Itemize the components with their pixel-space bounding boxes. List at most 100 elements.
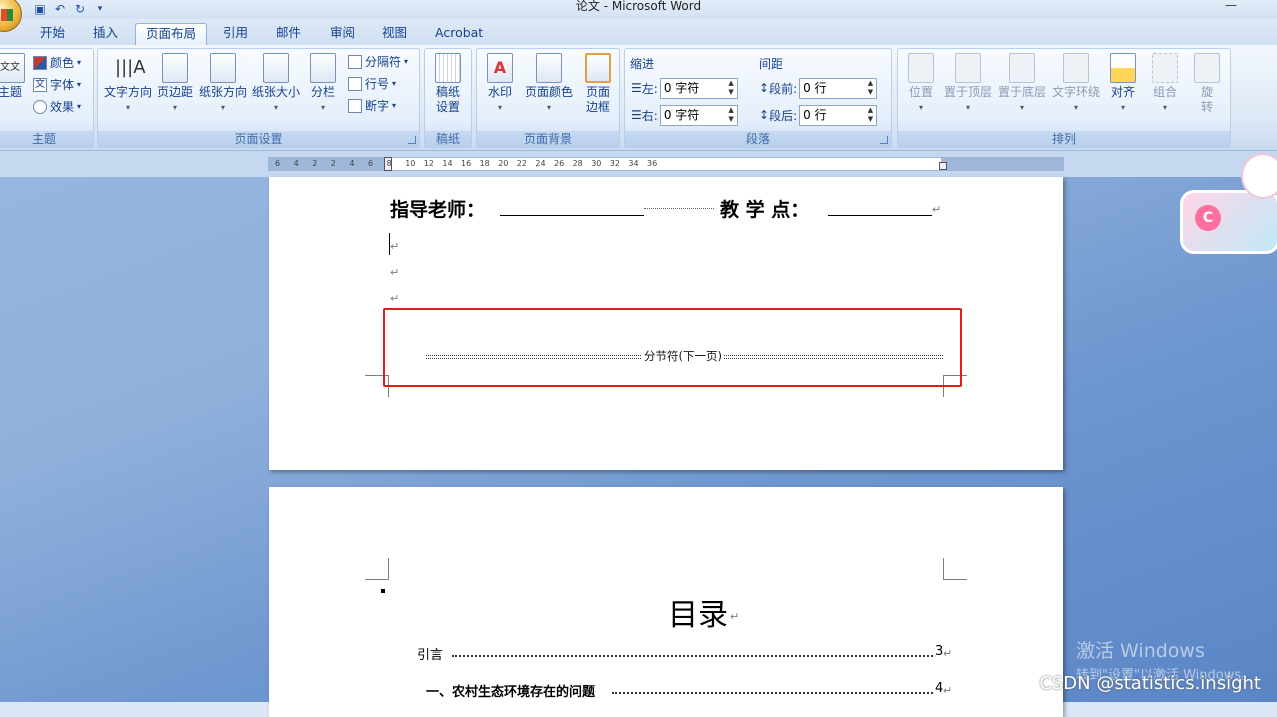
send-to-back-button[interactable]: 置于底层 ▾ — [997, 53, 1047, 115]
margins-button[interactable]: 页边距 ▾ — [156, 53, 194, 115]
themes-button[interactable]: 文文 主题 — [0, 53, 25, 100]
tab-references[interactable]: 引用 — [213, 23, 258, 45]
text-direction-icon: |||A — [115, 57, 146, 78]
indent-left-spinner: ☰ 左: 0 字符 ▲ ▼ — [631, 77, 738, 99]
page-background-group: A 水印 ▾ 页面颜色 ▾ 页面 边框 页面背景 — [476, 48, 620, 148]
advisor-label: 指导老师： — [390, 199, 486, 221]
minimize-icon[interactable]: — — [1225, 0, 1237, 12]
indent-left-input[interactable]: 0 字符 ▲ ▼ — [659, 77, 738, 99]
effects-icon — [33, 100, 47, 114]
ruler-number: 4 — [293, 159, 299, 168]
paragraph-group: 缩进 间距 ☰ 左: 0 字符 ▲ ▼ ☰ 右: 0 字符 ▲ ▼ ↕ 段前: 0 行 ▲… — [624, 48, 892, 148]
page-background-group-label: 页面背景 — [477, 131, 619, 147]
horizontal-ruler[interactable]: 6 4 2 2 4 6 8 10 12 14 16 18 20 22 24 26 28 30 32 34 36 — [268, 157, 1064, 171]
teaching-point-label: 教 学 点： — [720, 199, 810, 221]
group-icon — [1152, 53, 1178, 83]
manuscript-group: 稿纸 设置 稿纸 — [424, 48, 472, 148]
paper-size-icon — [263, 53, 289, 83]
rotate-button[interactable]: 旋 转 — [1190, 53, 1224, 115]
ruler-number: 2 — [312, 159, 318, 168]
toc-entry[interactable]: 引言 — [417, 644, 443, 663]
page-2[interactable] — [269, 487, 1063, 717]
tab-page-layout[interactable]: 页面布局 — [135, 23, 208, 45]
breaks-icon — [348, 55, 362, 69]
theme-colors-button[interactable]: 颜色 ▾ — [33, 54, 81, 72]
tab-view[interactable]: 视图 — [372, 23, 417, 45]
watermark-button[interactable]: A 水印 ▾ — [483, 53, 517, 115]
window-title: 论文 - Microsoft Word — [575, 0, 702, 13]
csdn-watermark: CSDN @statistics.insight — [1039, 673, 1261, 694]
bring-to-front-icon — [955, 53, 981, 83]
activation-watermark: 激活 Windows — [1076, 640, 1205, 662]
watermark-icon: A — [487, 53, 513, 83]
spacing-before-input[interactable]: 0 行 ▲ ▼ — [799, 77, 878, 99]
align-icon — [1110, 53, 1136, 83]
tab-home[interactable]: 开始 — [30, 23, 75, 45]
spacing-before-icon: ↕ — [759, 81, 770, 95]
right-indent-marker-icon[interactable] — [939, 162, 947, 170]
align-button[interactable]: 对齐 ▾ — [1106, 53, 1140, 115]
position-button[interactable]: 位置 ▾ — [904, 53, 938, 115]
crop-mark — [365, 558, 389, 580]
ruler-number: 6 — [275, 159, 281, 168]
line-numbers-button[interactable]: 行号 ▾ — [348, 75, 396, 93]
colors-icon — [33, 56, 47, 70]
advisor-underline — [500, 215, 644, 216]
manuscript-settings-button[interactable]: 稿纸 设置 — [429, 53, 467, 115]
ruler-number: 32 — [609, 159, 620, 168]
ruler-number: 20 — [498, 159, 509, 168]
tab-mailings[interactable]: 邮件 — [266, 23, 311, 45]
office-logo-icon — [1, 9, 13, 21]
tab-acrobat[interactable]: Acrobat — [425, 23, 493, 45]
bunny-icon — [1241, 153, 1277, 199]
size-button[interactable]: 纸张大小 ▾ — [251, 53, 301, 115]
hyphenation-button[interactable]: 断字 ▾ — [348, 97, 396, 115]
crop-mark — [943, 558, 967, 580]
page-borders-button[interactable]: 页面 边框 — [581, 53, 615, 115]
line-numbers-icon — [348, 77, 362, 91]
paragraph-group-label: 段落 — [625, 131, 891, 147]
manuscript-icon — [435, 53, 461, 83]
indent-right-input[interactable]: 0 字符 ▲ ▼ — [659, 104, 738, 126]
page-setup-group: |||A 文字方向 ▾ 页边距 ▾ 纸张方向 ▾ 纸张大小 ▾ 分栏 ▾ 分隔符 ▾ 行号 ▾ — [97, 48, 420, 148]
ruler-number: 6 — [368, 159, 374, 168]
margins-icon — [162, 53, 188, 83]
text-wrap-button[interactable]: 文字环绕 ▾ — [1050, 53, 1102, 115]
page-color-button[interactable]: 页面颜色 ▾ — [521, 53, 577, 115]
highlight-box — [383, 308, 962, 387]
tab-insert[interactable]: 插入 — [83, 23, 128, 45]
toc-entry[interactable]: 一、农村生态环境存在的问题 — [426, 681, 595, 700]
indent-right-spinner: ☰ 右: 0 字符 ▲ ▼ — [631, 104, 738, 126]
theme-fonts-button[interactable]: 文 字体 ▾ — [33, 76, 81, 94]
theme-group-label: 主题 — [0, 131, 93, 147]
columns-button[interactable]: 分栏 ▾ — [306, 53, 340, 115]
text-wrap-icon — [1063, 53, 1089, 83]
ruler-number: 26 — [554, 159, 565, 168]
page-setup-group-label: 页面设置 — [98, 131, 419, 147]
indent-right-icon: ☰ — [631, 108, 642, 122]
tab-review[interactable]: 审阅 — [320, 23, 365, 45]
ruler-number: 36 — [647, 159, 658, 168]
page-color-icon — [536, 53, 562, 83]
text-direction-button[interactable]: |||A 文字方向 ▾ — [102, 53, 154, 115]
ruler-number: 16 — [461, 159, 472, 168]
ruler-number: 28 — [572, 159, 583, 168]
ruler-number: 8 — [386, 159, 392, 168]
spacing-after-input[interactable]: 0 行 ▲ ▼ — [799, 104, 878, 126]
theme-effects-button[interactable]: 效果 ▾ — [33, 98, 81, 116]
columns-icon — [310, 53, 336, 83]
group-button[interactable]: 组合 ▾ — [1148, 53, 1182, 115]
ruler-number: 24 — [535, 159, 546, 168]
ruler-number: 14 — [442, 159, 453, 168]
ruler-number: 10 — [405, 159, 416, 168]
ruler-number: 4 — [349, 159, 355, 168]
orientation-button[interactable]: 纸张方向 ▾ — [198, 53, 248, 115]
page-setup-launcher-icon[interactable] — [408, 136, 416, 144]
paragraph-launcher-icon[interactable] — [880, 136, 888, 144]
toc-title: 目录 — [668, 598, 728, 633]
bring-to-front-button[interactable]: 置于顶层 ▾ — [942, 53, 994, 115]
themes-icon: 文文 — [0, 53, 25, 83]
rotate-icon — [1194, 53, 1220, 83]
breaks-button[interactable]: 分隔符 ▾ — [348, 53, 408, 71]
arrange-group: 位置 ▾ 置于顶层 ▾ 置于底层 ▾ 文字环绕 ▾ 对齐 ▾ 组合 ▾ 旋 转 排列 — [897, 48, 1231, 148]
